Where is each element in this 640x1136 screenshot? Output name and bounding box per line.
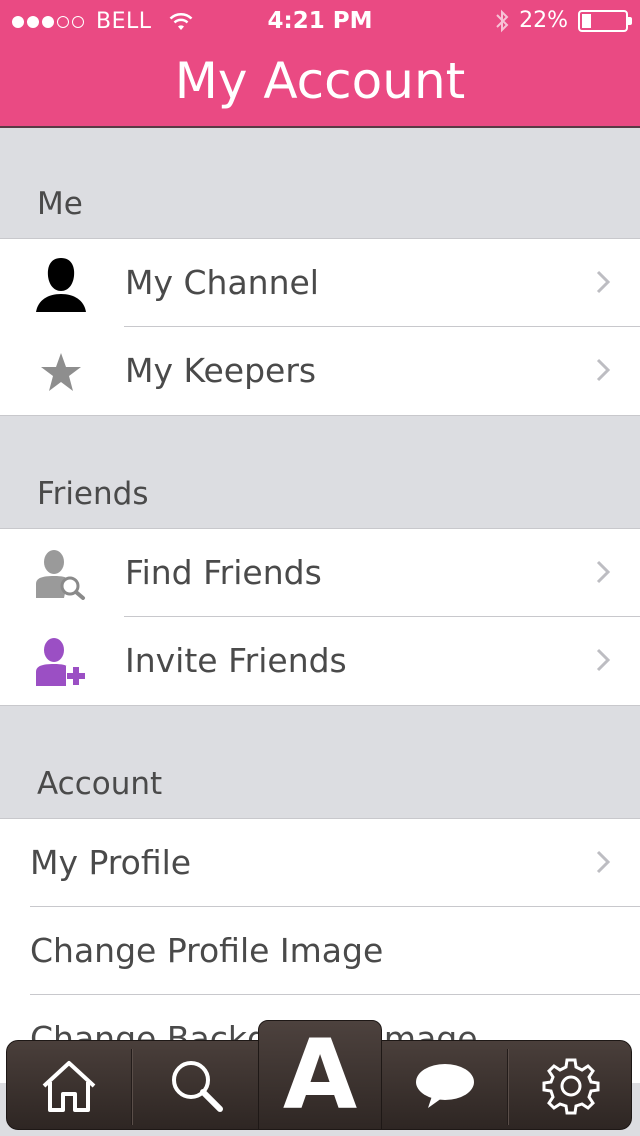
status-bar: BELL 4:21 PM 22% [0, 0, 640, 44]
group-me: My Channel My Keepers [0, 238, 640, 416]
tab-account-home[interactable]: A [258, 1019, 382, 1131]
navigation-header: BELL 4:21 PM 22% My Account [0, 0, 640, 128]
search-icon [172, 1061, 223, 1112]
row-my-keepers[interactable]: My Keepers [0, 327, 640, 415]
home-icon [42, 1061, 96, 1112]
section-title-account: Account [37, 766, 163, 802]
chevron-right-icon [596, 270, 611, 294]
find-friends-icon [30, 543, 92, 605]
group-friends: Find Friends Invite Friends [0, 528, 640, 706]
tab-settings[interactable] [511, 1041, 631, 1131]
row-my-profile[interactable]: My Profile [0, 819, 640, 907]
chat-icon [416, 1064, 474, 1108]
row-label: Invite Friends [125, 641, 347, 680]
section-title-me: Me [37, 186, 83, 222]
battery-icon [578, 9, 632, 32]
row-invite-friends[interactable]: Invite Friends [0, 617, 640, 705]
tab-messages[interactable] [385, 1041, 505, 1131]
row-label: My Keepers [125, 351, 317, 390]
avatar-silhouette-icon [30, 253, 92, 315]
settings-list: Me My Channel My Keepers Friends Find Fr… [0, 130, 640, 1083]
invite-friends-icon [30, 631, 92, 693]
chevron-right-icon [596, 850, 611, 874]
app-logo-letter: A [282, 1019, 358, 1131]
row-label: My Channel [125, 263, 319, 302]
row-label: My Profile [30, 843, 192, 882]
row-label: Change Profile Image [30, 931, 384, 970]
settings-icon [542, 1058, 600, 1115]
page-title: My Account [174, 52, 466, 110]
tab-search[interactable] [135, 1041, 259, 1131]
star-icon [30, 341, 92, 403]
tab-home[interactable] [7, 1041, 131, 1131]
bluetooth-icon [496, 9, 509, 32]
section-header-me: Me [0, 130, 640, 238]
section-title-friends: Friends [37, 476, 149, 512]
row-change-profile-image[interactable]: Change Profile Image [0, 907, 640, 995]
chevron-right-icon [596, 358, 611, 382]
status-right: 22% [495, 8, 632, 33]
battery-percent: 22% [519, 8, 568, 33]
row-my-channel[interactable]: My Channel [0, 239, 640, 327]
row-find-friends[interactable]: Find Friends [0, 529, 640, 617]
section-header-friends: Friends [0, 416, 640, 528]
section-header-account: Account [0, 706, 640, 818]
chevron-right-icon [596, 560, 611, 584]
row-label: Find Friends [125, 553, 322, 592]
chevron-right-icon [596, 648, 611, 672]
